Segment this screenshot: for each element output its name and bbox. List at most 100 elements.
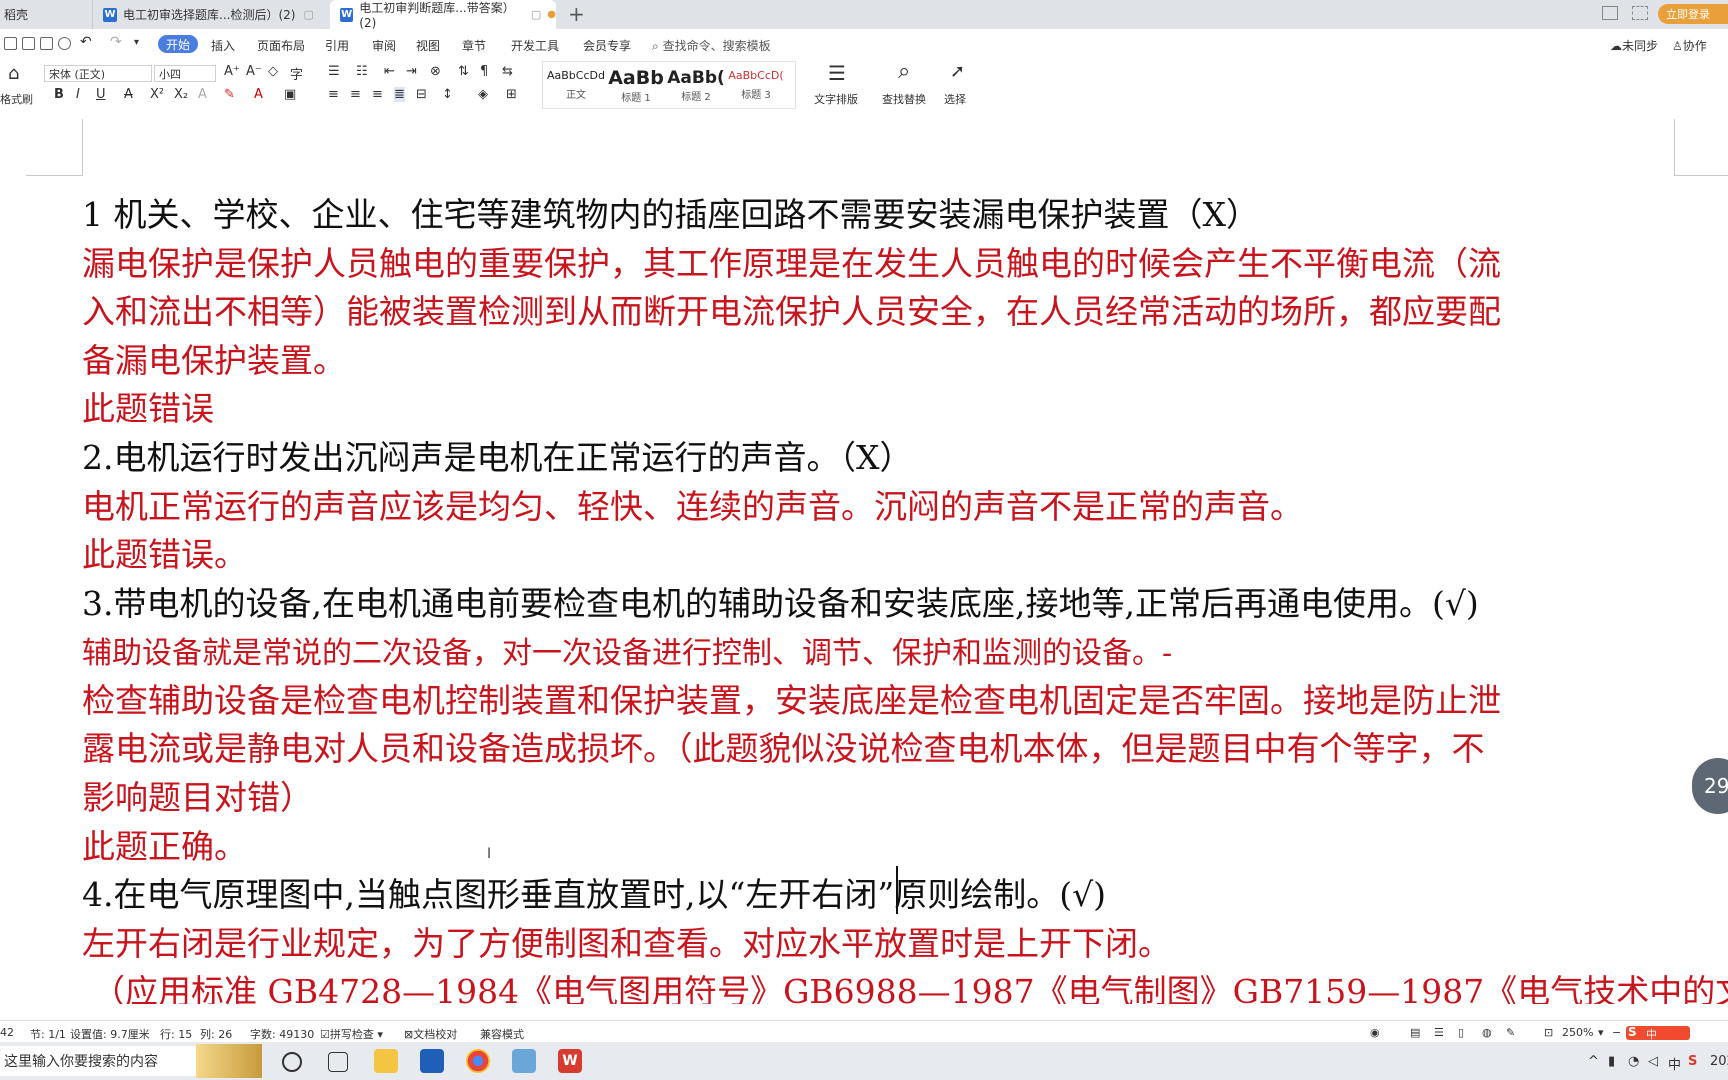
superscript-icon[interactable]: X² bbox=[150, 87, 164, 102]
status-words[interactable]: 字数: 49130 bbox=[250, 1026, 314, 1042]
new-tab-icon[interactable]: + bbox=[568, 2, 585, 26]
sync-status[interactable]: ☁未同步 bbox=[1610, 37, 1658, 54]
network-icon[interactable]: ◔ bbox=[1628, 1054, 1639, 1069]
borders-icon[interactable]: ⊞ bbox=[506, 87, 517, 102]
italic-icon[interactable]: I bbox=[76, 87, 80, 102]
proofread-button[interactable]: ⊠文档校对 bbox=[404, 1026, 457, 1042]
chevron-down-icon[interactable]: ▾ bbox=[134, 37, 139, 48]
tab-stop-icon[interactable]: ⇆ bbox=[502, 64, 513, 79]
login-button[interactable]: 立即登录 bbox=[1658, 4, 1728, 24]
font-size-select[interactable]: 小四 bbox=[154, 65, 216, 82]
tab-judgment-questions[interactable]: W 电工初审判断题库...带答案）(2) ▢ ● bbox=[330, 0, 556, 30]
pinyin-icon[interactable]: 字 bbox=[290, 64, 303, 83]
menu-chapter[interactable]: 章节 bbox=[462, 37, 486, 54]
text-layout-button[interactable]: 文字排版 bbox=[814, 91, 858, 107]
style-normal[interactable]: AaBbCcDd 正文 bbox=[546, 63, 606, 107]
fit-page-icon[interactable]: ⊡ bbox=[1544, 1026, 1553, 1039]
read-view-icon[interactable]: ▯ bbox=[1458, 1026, 1464, 1039]
menu-insert[interactable]: 插入 bbox=[211, 37, 235, 54]
volume-icon[interactable]: ◁ bbox=[1648, 1054, 1658, 1069]
strikethrough-icon[interactable]: A bbox=[124, 87, 133, 102]
menu-developer[interactable]: 开发工具 bbox=[511, 37, 559, 54]
magnifier-icon[interactable]: ⌕ bbox=[898, 59, 910, 84]
underline-icon[interactable]: U bbox=[96, 87, 106, 102]
style-heading-2[interactable]: AaBb( 标题 2 bbox=[666, 63, 726, 107]
web-view-icon[interactable]: ◍ bbox=[1482, 1026, 1492, 1039]
align-right-icon[interactable]: ≡ bbox=[372, 87, 383, 102]
spell-check-toggle[interactable]: ☑拼写检查 ▾ bbox=[320, 1026, 383, 1042]
file-explorer-icon[interactable] bbox=[374, 1049, 398, 1073]
bullet-list-icon[interactable]: ☰ bbox=[328, 64, 340, 79]
save-icon[interactable] bbox=[22, 37, 35, 50]
sogou-tray-icon[interactable]: S bbox=[1688, 1054, 1697, 1069]
task-view-icon[interactable] bbox=[328, 1052, 348, 1072]
undo-icon[interactable]: ↶ bbox=[80, 34, 92, 50]
distribute-icon[interactable]: ⊟ bbox=[416, 87, 427, 102]
tab-docer[interactable]: 稻壳 bbox=[0, 0, 90, 29]
align-center-icon[interactable]: ≡ bbox=[350, 87, 361, 102]
char-border-icon[interactable]: ▣ bbox=[284, 87, 296, 102]
outline-view-icon[interactable]: ☰ bbox=[1434, 1026, 1444, 1039]
collab-button[interactable]: ♙协作 bbox=[1672, 37, 1707, 54]
shading-icon[interactable]: ◈ bbox=[478, 87, 488, 102]
menu-review[interactable]: 审阅 bbox=[372, 37, 396, 54]
eye-protect-icon[interactable]: ◉ bbox=[1370, 1026, 1380, 1039]
wps-office-icon[interactable]: W bbox=[558, 1049, 582, 1073]
numbered-list-icon[interactable]: ☷ bbox=[356, 64, 368, 79]
text-layout-icon[interactable]: ☰ bbox=[828, 61, 846, 85]
tab-close-icon[interactable]: ▢ bbox=[531, 8, 541, 21]
store-icon[interactable] bbox=[420, 1049, 444, 1073]
command-search[interactable]: ⌕ 查找命令、搜索模板 bbox=[652, 37, 771, 54]
chevron-down-icon[interactable]: ▾ bbox=[1598, 1026, 1604, 1039]
align-left-icon[interactable]: ≡ bbox=[328, 87, 339, 102]
clear-format-icon[interactable]: ◇ bbox=[268, 64, 278, 79]
ime-indicator[interactable]: 中 bbox=[1668, 1054, 1681, 1073]
show-marks-icon[interactable]: ¶ bbox=[480, 64, 488, 79]
style-heading-1[interactable]: AaBb 标题 1 bbox=[606, 63, 666, 107]
grid-icon[interactable] bbox=[1632, 6, 1648, 20]
document-canvas[interactable]: 1 机关、学校、企业、住宅等建筑物内的插座回路不需要安装漏电保护装置（X） 漏电… bbox=[0, 111, 1728, 1004]
line-spacing-icon[interactable]: ↕ bbox=[442, 87, 453, 102]
ime-toolbar[interactable]: S 中 bbox=[1626, 1025, 1690, 1041]
redo-icon[interactable]: ↷ bbox=[110, 34, 122, 50]
preview-icon[interactable] bbox=[58, 37, 71, 50]
status-page[interactable]: 42 bbox=[0, 1026, 14, 1039]
menu-view[interactable]: 视图 bbox=[416, 37, 440, 54]
menu-references[interactable]: 引用 bbox=[325, 37, 349, 54]
clock[interactable]: 202 bbox=[1710, 1054, 1728, 1069]
tab-close-icon[interactable]: ▢ bbox=[303, 8, 313, 21]
style-heading-3[interactable]: AaBbCcD( 标题 3 bbox=[726, 63, 786, 107]
zoom-out-icon[interactable]: − bbox=[1612, 1026, 1621, 1039]
layout-icon[interactable] bbox=[1602, 6, 1618, 20]
pen-icon[interactable]: ✎ bbox=[1506, 1026, 1515, 1039]
cortana-icon[interactable] bbox=[282, 1052, 302, 1072]
menu-start[interactable]: 开始 bbox=[158, 35, 198, 53]
outdent-icon[interactable]: ⇤ bbox=[384, 64, 395, 79]
folder-icon[interactable] bbox=[4, 37, 17, 50]
grow-font-icon[interactable]: A⁺ bbox=[224, 64, 240, 79]
shrink-font-icon[interactable]: A⁻ bbox=[246, 64, 262, 79]
font-color-icon[interactable]: A bbox=[254, 87, 263, 102]
menu-page-layout[interactable]: 页面布局 bbox=[257, 37, 305, 54]
tray-up-icon[interactable]: ^ bbox=[1588, 1054, 1599, 1069]
battery-icon[interactable]: ▮ bbox=[1608, 1054, 1615, 1069]
indent-icon[interactable]: ⇥ bbox=[406, 64, 417, 79]
sort-icon[interactable]: ⇅ bbox=[458, 64, 469, 79]
font-name-select[interactable]: 宋体 (正文) bbox=[44, 65, 152, 82]
print-icon[interactable] bbox=[40, 37, 53, 50]
bold-icon[interactable]: B bbox=[54, 87, 64, 102]
highlight-icon[interactable]: ✎ bbox=[224, 87, 235, 102]
zoom-level[interactable]: 250% bbox=[1562, 1026, 1593, 1039]
justify-icon[interactable]: ≣ bbox=[394, 87, 405, 102]
find-replace-button[interactable]: 查找替换 bbox=[882, 91, 926, 107]
app-icon[interactable] bbox=[512, 1049, 536, 1073]
brush-icon[interactable]: ⌂ bbox=[8, 63, 19, 84]
chrome-icon[interactable] bbox=[466, 1049, 490, 1073]
cursor-arrow-icon[interactable]: ➚ bbox=[950, 61, 965, 82]
tab-choice-questions[interactable]: W 电工初审选择题库...检测后）(2) ▢ bbox=[92, 0, 328, 29]
format-painter-label[interactable]: 格式刷 bbox=[0, 91, 33, 107]
chinese-layout-icon[interactable]: ⊗ bbox=[430, 64, 441, 79]
menu-vip[interactable]: 会员专享 bbox=[583, 37, 631, 54]
page-view-icon[interactable]: ▤ bbox=[1410, 1026, 1420, 1039]
text-effect-icon[interactable]: A bbox=[198, 87, 207, 102]
